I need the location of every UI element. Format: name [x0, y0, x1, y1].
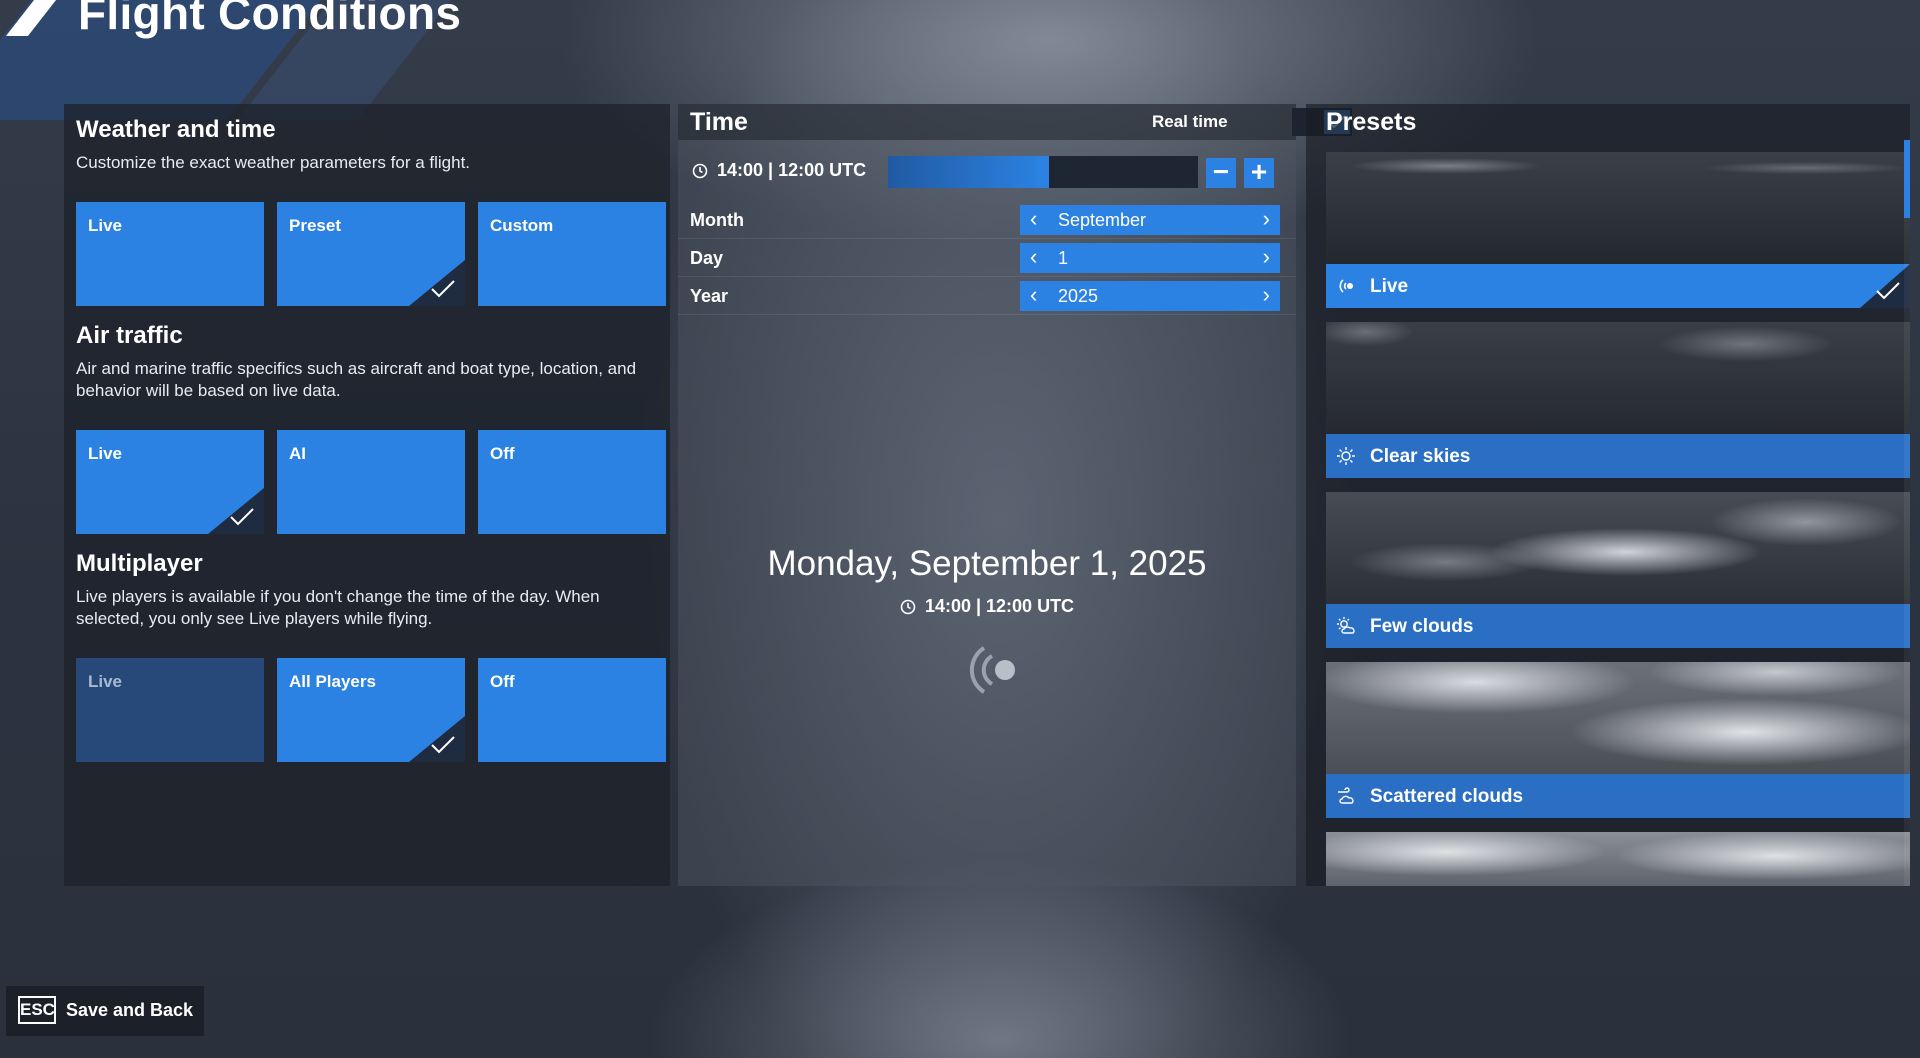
save-and-back-button[interactable]: ESC Save and Back [6, 986, 204, 1036]
preset-label: Clear skies [1370, 446, 1471, 467]
preset-thumbnail [1326, 322, 1910, 434]
time-slider-fill [888, 156, 1043, 188]
weather-title: Weather and time [76, 116, 276, 143]
check-icon [1874, 280, 1902, 302]
time-header: Time Real time [678, 104, 1352, 140]
selector-value: 2025 [1058, 286, 1099, 306]
clock-icon [692, 163, 708, 179]
presets-column: Presets Live Clear skies Few clouds Scatter… [1306, 104, 1910, 886]
option-label: Preset [289, 216, 341, 235]
date-row-day: Day ‹ 1 › [678, 240, 1296, 277]
selector-value: 1 [1058, 248, 1069, 268]
preset-scattered-clouds[interactable]: Scattered clouds [1326, 662, 1910, 818]
preset-thumbnail [1326, 152, 1910, 264]
air-traffic-desc: Air and marine traffic specifics such as… [76, 359, 637, 400]
option-label: AI [289, 444, 306, 463]
preset-live[interactable]: Live [1326, 152, 1910, 308]
save-and-back-label: Save and Back [66, 1000, 194, 1020]
option-label: Custom [490, 216, 554, 235]
preset-label: Scattered clouds [1370, 786, 1524, 807]
chevron-left-icon[interactable]: ‹ [1030, 283, 1037, 307]
esc-key-hint: ESC [18, 996, 56, 1024]
sun-cloud-icon [1336, 616, 1356, 636]
preset-thumbnail [1326, 662, 1910, 774]
option-label: Live [88, 444, 123, 463]
preset-thumbnail [1326, 492, 1910, 604]
multiplayer-desc: Live players is available if you don't c… [76, 587, 600, 628]
preset-clear-skies[interactable]: Clear skies [1326, 322, 1910, 478]
weather-option-live[interactable]: Live [76, 202, 264, 306]
realtime-label: Real time [1152, 112, 1228, 131]
preset-select-bar[interactable]: Live [1326, 264, 1910, 308]
month-selector[interactable]: ‹ September › [1020, 205, 1280, 235]
weather-desc: Customize the exact weather parameters f… [76, 153, 471, 172]
preset-label: Live [1370, 276, 1409, 297]
weather-option-preset[interactable]: Preset [277, 202, 465, 306]
time-title: Time [690, 108, 748, 136]
chevron-left-icon[interactable]: ‹ [1030, 207, 1037, 231]
date-row-label: Month [690, 210, 744, 230]
current-time: 14:00 | 12:00 UTC [692, 160, 866, 181]
air-traffic-option-live[interactable]: Live [76, 430, 264, 534]
check-icon [429, 734, 457, 756]
presets-scrollbar[interactable] [1904, 140, 1910, 886]
date-row-label: Year [690, 286, 729, 306]
air-traffic-title: Air traffic [76, 322, 183, 349]
option-label: Off [490, 672, 515, 691]
air-traffic-option-ai[interactable]: AI [277, 430, 465, 534]
preset-thumbnail [1326, 832, 1910, 886]
multiplayer-option-live[interactable]: Live [76, 658, 264, 762]
full-time-text: 14:00 | 12:00 UTC [924, 596, 1075, 616]
preset-select-bar[interactable]: Few clouds [1326, 604, 1910, 648]
time-slider-handle[interactable] [1037, 156, 1049, 188]
option-label: Live [88, 216, 123, 235]
time-increase-button[interactable]: + [1244, 158, 1274, 188]
chevron-right-icon[interactable]: › [1263, 245, 1270, 269]
current-time-text: 14:00 | 12:00 UTC [717, 160, 867, 180]
multiplayer-option-off[interactable]: Off [478, 658, 666, 762]
full-date: Monday, September 1, 2025 [767, 544, 1207, 583]
page-title: Flight Conditions [78, 0, 462, 39]
time-slider[interactable] [888, 156, 1198, 188]
sun-icon [1336, 446, 1356, 466]
day-selector[interactable]: ‹ 1 › [1020, 243, 1280, 273]
preset-select-bar[interactable]: Clear skies [1326, 434, 1910, 478]
time-column: Time Real time 14:00 | 12:00 UTC − + Mon… [678, 104, 1352, 886]
presets-title: Presets [1326, 108, 1417, 136]
check-icon [228, 506, 256, 528]
preset-label: Few clouds [1370, 616, 1474, 637]
preset-select-bar[interactable]: Scattered clouds [1326, 774, 1910, 818]
chevron-right-icon[interactable]: › [1263, 207, 1270, 231]
chevron-left-icon[interactable]: ‹ [1030, 245, 1037, 269]
check-icon [429, 278, 457, 300]
option-label: Live [88, 672, 123, 691]
year-selector[interactable]: ‹ 2025 › [1020, 281, 1280, 311]
settings-column: Weather and time Customize the exact wea… [64, 104, 670, 886]
weather-option-custom[interactable]: Custom [478, 202, 666, 306]
wind-cloud-icon [1336, 786, 1356, 806]
live-broadcast-icon [964, 638, 1020, 707]
presets-scroll-thumb[interactable] [1904, 140, 1910, 218]
date-row-month: Month ‹ September › [678, 202, 1296, 239]
live-icon [1336, 276, 1356, 296]
time-decrease-button[interactable]: − [1206, 158, 1236, 188]
air-traffic-option-off[interactable]: Off [478, 430, 666, 534]
option-label: Off [490, 444, 515, 463]
multiplayer-option-all-players[interactable]: All Players [277, 658, 465, 762]
main-panel: Weather and time Customize the exact wea… [64, 104, 1910, 886]
full-time: 14:00 | 12:00 UTC [678, 596, 1296, 617]
selector-value: September [1058, 210, 1147, 230]
option-label: All Players [289, 672, 376, 691]
preset-few-clouds[interactable]: Few clouds [1326, 492, 1910, 648]
multiplayer-title: Multiplayer [76, 550, 203, 577]
date-row-year: Year ‹ 2025 › [678, 278, 1296, 315]
chevron-right-icon[interactable]: › [1263, 283, 1270, 307]
date-row-label: Day [690, 248, 724, 268]
clock-icon [900, 599, 916, 615]
presets-list: Live Clear skies Few clouds Scattered cloud… [1326, 152, 1910, 886]
